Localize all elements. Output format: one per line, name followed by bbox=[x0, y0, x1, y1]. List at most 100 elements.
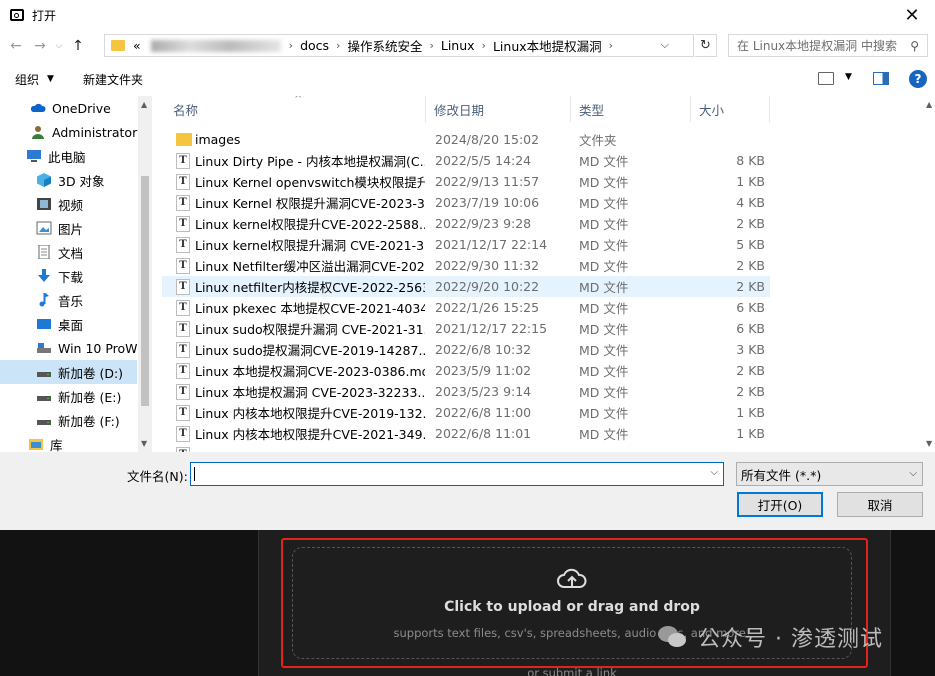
file-type: MD 文件 bbox=[579, 322, 629, 337]
file-size: 2 KB bbox=[736, 363, 765, 378]
chevron-down-icon[interactable]: ⌵ bbox=[710, 467, 718, 478]
breadcrumb-overflow[interactable]: « bbox=[133, 38, 141, 53]
chevron-right-icon[interactable]: › bbox=[336, 39, 340, 52]
folder-icon bbox=[111, 40, 125, 51]
breadcrumb-os-security[interactable]: 操作系统安全 bbox=[347, 36, 422, 55]
file-size: 1 KB bbox=[736, 426, 765, 441]
nav-item-this-pc[interactable]: 此电脑 bbox=[0, 144, 137, 168]
chevron-right-icon[interactable]: › bbox=[429, 39, 433, 52]
nav-item-onedrive[interactable]: OneDrive bbox=[0, 96, 137, 120]
nav-item-win10-drive[interactable]: Win 10 ProW bbox=[0, 336, 138, 360]
file-row[interactable]: T Linux 本地提权漏洞 CVE-2023-32233.... 2023/5… bbox=[162, 381, 770, 402]
file-row[interactable]: T Linux kernel权限提升CVE-2022-2588.... 2022… bbox=[162, 213, 770, 234]
file-row[interactable]: T Linux pkexec 本地提权CVE-2021-4034.... 202… bbox=[162, 297, 770, 318]
file-type: MD 文件 bbox=[579, 196, 629, 211]
file-row-hovered[interactable]: T Linux netfilter内核提权CVE-2022-2563... 20… bbox=[162, 276, 770, 297]
column-divider[interactable] bbox=[769, 96, 770, 122]
submit-link[interactable]: or submit a link bbox=[292, 666, 852, 676]
nav-item-videos[interactable]: 视频 bbox=[0, 192, 137, 216]
recent-dropdown-icon[interactable]: ⌵ bbox=[52, 34, 66, 58]
nav-item-desktop[interactable]: 桌面 bbox=[0, 312, 137, 336]
file-list-scrollbar[interactable]: ▲ ▼ bbox=[926, 96, 935, 452]
column-header-name[interactable]: 名称 bbox=[173, 96, 198, 122]
upload-title: Click to upload or drag and drop bbox=[444, 599, 700, 615]
text-cursor bbox=[194, 467, 195, 481]
chevron-right-icon[interactable]: › bbox=[609, 39, 613, 52]
chevron-right-icon[interactable]: › bbox=[482, 39, 486, 52]
scroll-down-icon[interactable]: ▼ bbox=[141, 439, 147, 448]
nav-item-3d-objects[interactable]: 3D 对象 bbox=[0, 168, 137, 192]
nav-item-drive-e[interactable]: 新加卷 (E:) bbox=[0, 384, 137, 408]
cancel-button[interactable]: 取消 bbox=[837, 492, 923, 517]
breadcrumb-linux[interactable]: Linux bbox=[441, 38, 475, 53]
nav-item-drive-d[interactable]: 新加卷 (D:) bbox=[0, 360, 137, 384]
column-divider[interactable] bbox=[425, 96, 426, 122]
address-bar[interactable]: « › docs › 操作系统安全 › Linux › Linux本地提权漏洞 … bbox=[104, 34, 694, 57]
search-icon[interactable]: ⚲ bbox=[910, 39, 919, 53]
file-row[interactable]: T Linux 内核本地权限提升CVE-2021-349... 2022/6/8… bbox=[162, 423, 770, 444]
file-size: 1 KB bbox=[736, 405, 765, 420]
file-name: Linux 本地提权漏洞CVE-2023-0386.md bbox=[195, 364, 425, 379]
filename-input[interactable]: ⌵ bbox=[190, 462, 724, 486]
file-type: MD 文件 bbox=[579, 343, 629, 358]
chevron-down-icon[interactable]: ⌵ bbox=[909, 468, 917, 479]
file-row[interactable]: T Linux sudo权限提升漏洞 CVE-2021-31... 2021/1… bbox=[162, 318, 770, 339]
scroll-up-icon[interactable]: ▲ bbox=[926, 100, 932, 109]
forward-arrow-icon[interactable]: → bbox=[28, 34, 52, 58]
music-icon bbox=[39, 293, 49, 307]
file-row[interactable]: T Linux Netfilter缓冲区溢出漏洞CVE-202... 2022/… bbox=[162, 255, 770, 276]
file-row-partial[interactable]: T bbox=[162, 444, 770, 452]
nav-item-administrator[interactable]: Administrator bbox=[0, 120, 137, 144]
open-button[interactable]: 打开(O) bbox=[737, 492, 823, 517]
file-date: 2021/12/17 22:14 bbox=[435, 237, 548, 252]
file-row[interactable]: T Linux Kernel 权限提升漏洞CVE-2023-3... 2023/… bbox=[162, 192, 770, 213]
address-dropdown-icon[interactable]: ⌵ bbox=[661, 38, 669, 52]
back-arrow-icon[interactable]: ← bbox=[4, 34, 28, 58]
refresh-icon[interactable]: ↻ bbox=[695, 34, 717, 57]
text-file-icon: T bbox=[176, 194, 190, 211]
new-folder-button[interactable]: 新建文件夹 bbox=[83, 71, 143, 88]
file-row[interactable]: images 2024/8/20 15:02 文件夹 bbox=[162, 129, 770, 150]
file-row[interactable]: T Linux kernel权限提升漏洞 CVE-2021-3... 2021/… bbox=[162, 234, 770, 255]
caret-down-icon: ▼ bbox=[47, 74, 54, 84]
nav-item-documents[interactable]: 文档 bbox=[0, 240, 137, 264]
column-header-type[interactable]: 类型 bbox=[579, 96, 604, 122]
file-type: MD 文件 bbox=[579, 427, 629, 442]
drive-icon bbox=[37, 396, 51, 401]
close-button[interactable]: ✕ bbox=[889, 0, 935, 30]
help-icon[interactable]: ? bbox=[909, 70, 927, 88]
nav-scrollbar[interactable]: ▲ ▼ bbox=[138, 96, 152, 452]
up-arrow-icon[interactable]: ↑ bbox=[66, 34, 90, 58]
file-row[interactable]: T Linux 内核本地权限提升CVE-2019-132... 2022/6/8… bbox=[162, 402, 770, 423]
view-options-icon[interactable] bbox=[818, 72, 834, 85]
caret-down-icon[interactable]: ▼ bbox=[845, 72, 852, 82]
file-size: 6 KB bbox=[736, 321, 765, 336]
organize-button[interactable]: 组织 ▼ bbox=[15, 71, 54, 88]
nav-item-libraries[interactable]: 库 bbox=[0, 432, 137, 452]
search-input[interactable]: 在 Linux本地提权漏洞 中搜索 ⚲ bbox=[728, 34, 928, 57]
column-header-date[interactable]: 修改日期 bbox=[434, 96, 484, 122]
scroll-up-icon[interactable]: ▲ bbox=[141, 100, 147, 109]
column-header-size[interactable]: 大小 bbox=[699, 96, 724, 122]
nav-item-drive-f[interactable]: 新加卷 (F:) bbox=[0, 408, 137, 432]
file-row[interactable]: T Linux 本地提权漏洞CVE-2023-0386.md 2023/5/9 … bbox=[162, 360, 770, 381]
column-divider[interactable] bbox=[570, 96, 571, 122]
column-divider[interactable] bbox=[690, 96, 691, 122]
file-name: Linux Netfilter缓冲区溢出漏洞CVE-202... bbox=[195, 259, 425, 274]
nav-item-music[interactable]: 音乐 bbox=[0, 288, 137, 312]
drive-icon bbox=[37, 372, 51, 377]
file-row[interactable]: T Linux Dirty Pipe - 内核本地提权漏洞(C... 2022/… bbox=[162, 150, 770, 171]
file-type-filter[interactable]: 所有文件 (*.*) ⌵ bbox=[736, 462, 923, 486]
scroll-thumb[interactable] bbox=[141, 176, 149, 406]
text-file-icon: T bbox=[176, 383, 190, 400]
file-row[interactable]: T Linux sudo提权漏洞CVE-2019-14287.... 2022/… bbox=[162, 339, 770, 360]
file-row[interactable]: T Linux Kernel openvswitch模块权限提升... 2022… bbox=[162, 171, 770, 192]
breadcrumb-docs[interactable]: docs bbox=[300, 38, 329, 53]
chevron-right-icon[interactable]: › bbox=[289, 39, 293, 52]
document-icon bbox=[38, 245, 50, 259]
preview-pane-icon[interactable] bbox=[873, 72, 889, 85]
scroll-down-icon[interactable]: ▼ bbox=[926, 439, 932, 448]
nav-item-pictures[interactable]: 图片 bbox=[0, 216, 137, 240]
breadcrumb-current[interactable]: Linux本地提权漏洞 bbox=[493, 36, 602, 55]
nav-item-downloads[interactable]: 下载 bbox=[0, 264, 137, 288]
